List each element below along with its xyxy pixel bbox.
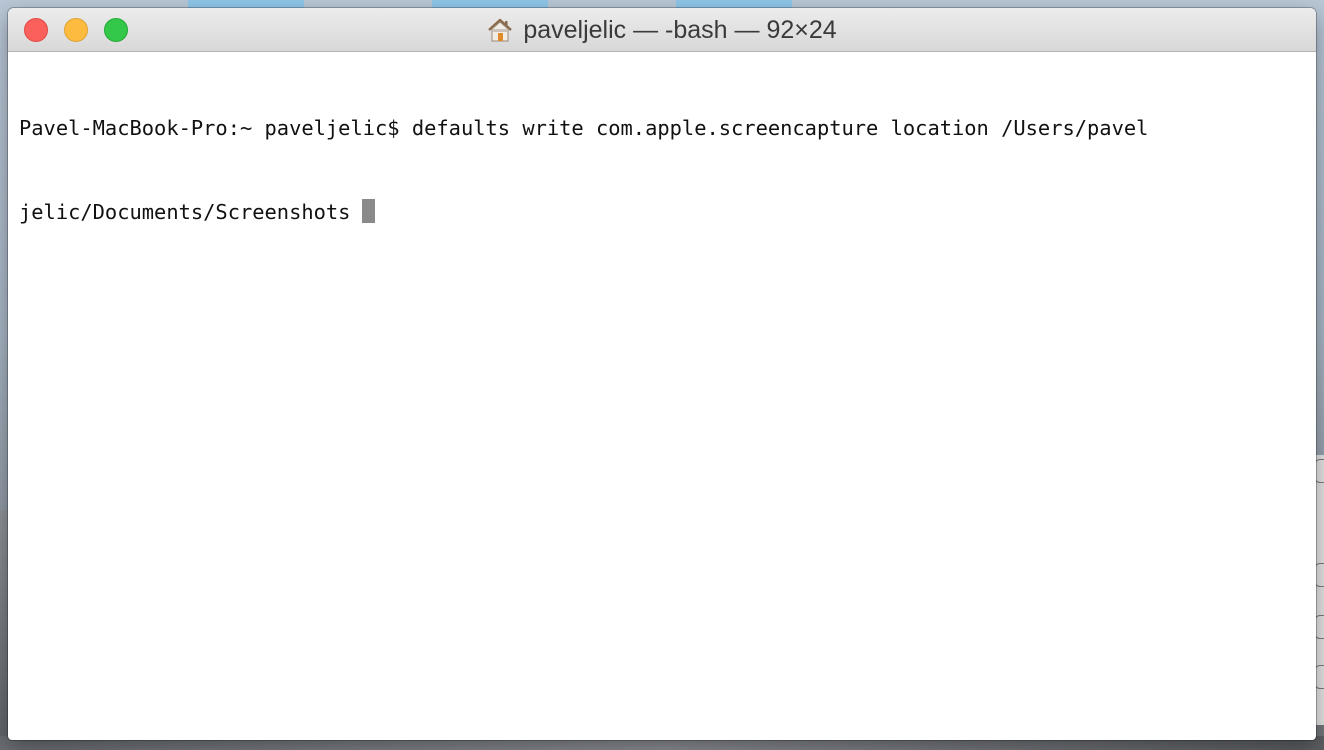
title-bar[interactable]: paveljelic — -bash — 92×24	[8, 8, 1316, 52]
terminal-line: Pavel-MacBook-Pro:~ paveljelic$ defaults…	[19, 116, 1149, 140]
window-title: paveljelic — -bash — 92×24	[8, 8, 1316, 52]
terminal-window[interactable]: paveljelic — -bash — 92×24 Pavel-MacBook…	[8, 8, 1316, 740]
terminal-output[interactable]: Pavel-MacBook-Pro:~ paveljelic$ defaults…	[8, 52, 1316, 282]
terminal-line: jelic/Documents/Screenshots	[19, 198, 1316, 226]
terminal-line-text: jelic/Documents/Screenshots	[19, 200, 351, 224]
window-title-text: paveljelic — -bash — 92×24	[523, 15, 837, 44]
text-cursor	[362, 199, 376, 223]
home-icon	[488, 18, 513, 42]
desktop-background-strip	[432, 0, 548, 8]
desktop-background-strip	[676, 0, 792, 8]
desktop-background-strip	[188, 0, 304, 8]
